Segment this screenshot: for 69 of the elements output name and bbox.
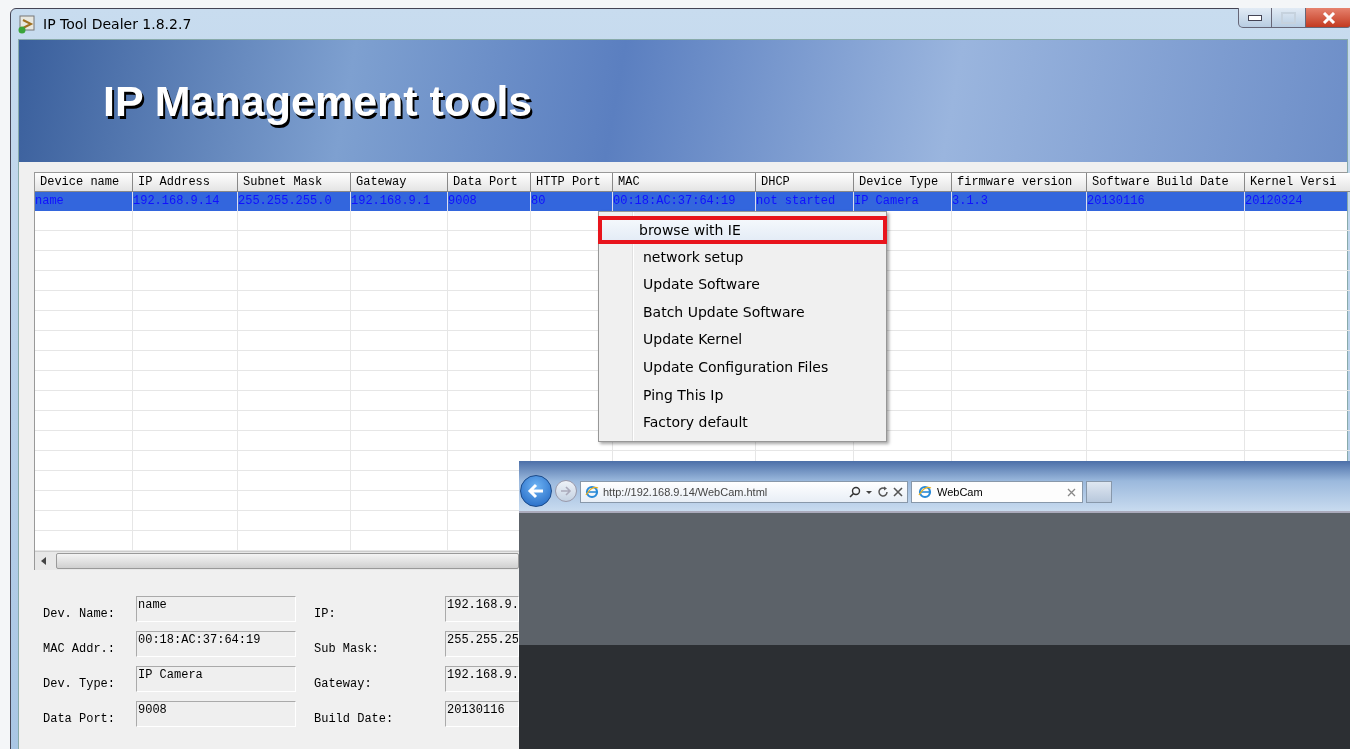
input-field[interactable]: name xyxy=(136,596,296,622)
field-label: Data Port: xyxy=(43,712,116,727)
table-cell: 20130116 xyxy=(1087,192,1245,211)
maximize-button[interactable] xyxy=(1272,8,1306,28)
table-cell: 20120324 xyxy=(1245,192,1350,211)
input-field[interactable]: 192.168.9. xyxy=(445,596,519,622)
scroll-thumb[interactable] xyxy=(56,553,519,569)
field-label: Sub Mask: xyxy=(314,642,380,657)
input-field[interactable]: 00:18:AC:37:64:19 xyxy=(136,631,296,657)
input-field[interactable]: IP Camera xyxy=(136,666,296,692)
url-text: http://192.168.9.14/WebCam.html xyxy=(603,486,769,498)
refresh-icon[interactable] xyxy=(877,486,889,498)
table-cell: 192.168.9.14 xyxy=(133,192,238,211)
field-label: Gateway: xyxy=(314,677,373,692)
column-header[interactable]: Data Port xyxy=(448,173,531,192)
table-cell: 9008 xyxy=(448,192,531,211)
tab-title: WebCam xyxy=(937,486,984,498)
input-field[interactable]: 192.168.9. xyxy=(445,666,519,692)
field-label: Dev. Type: xyxy=(43,677,116,692)
column-header[interactable]: DHCP xyxy=(756,173,854,192)
field-label: MAC Addr.: xyxy=(43,642,116,657)
banner-title: IP Management tools xyxy=(103,76,533,126)
input-field[interactable]: 255.255.25 xyxy=(445,631,519,657)
menu-item[interactable]: browse with IE xyxy=(598,216,887,244)
menu-item[interactable]: network setup xyxy=(602,243,883,272)
menu-item[interactable]: Ping This Ip xyxy=(602,381,883,410)
column-header[interactable]: HTTP Port xyxy=(531,173,613,192)
browser-logo-icon xyxy=(585,485,599,499)
stop-icon[interactable] xyxy=(893,487,903,497)
field-label: Build Date: xyxy=(314,712,395,727)
menu-item[interactable]: Update Configuration Files xyxy=(602,353,883,382)
input-field[interactable]: 9008 xyxy=(136,701,296,727)
scroll-left-icon[interactable] xyxy=(41,557,46,565)
address-bar[interactable]: http://192.168.9.14/WebCam.html xyxy=(580,481,908,503)
window-title: IP Tool Dealer 1.8.2.7 xyxy=(43,16,192,32)
column-header[interactable]: IP Address xyxy=(133,173,238,192)
close-tab-icon[interactable] xyxy=(1067,487,1076,497)
close-icon xyxy=(1321,11,1336,24)
menu-item[interactable]: Batch Update Software xyxy=(602,298,883,327)
minimize-button[interactable] xyxy=(1238,8,1272,28)
back-button[interactable] xyxy=(520,475,552,507)
close-button[interactable] xyxy=(1306,8,1350,28)
column-header[interactable]: Device name xyxy=(35,173,133,192)
table-cell: 3.1.3 xyxy=(952,192,1087,211)
column-header[interactable]: Kernel Versi xyxy=(1245,173,1350,192)
browser-tab[interactable]: WebCam xyxy=(911,481,1083,503)
column-header[interactable]: Device Type xyxy=(854,173,952,192)
menu-item[interactable]: Update Kernel xyxy=(602,326,883,354)
menu-item[interactable]: Factory default xyxy=(602,409,883,437)
back-arrow-icon xyxy=(527,483,545,499)
horizontal-scrollbar[interactable] xyxy=(35,551,519,570)
column-header[interactable]: firmware version xyxy=(952,173,1087,192)
menu-item[interactable]: Update Software xyxy=(602,271,883,299)
column-header[interactable]: Software Build Date xyxy=(1087,173,1245,192)
field-label: Dev. Name: xyxy=(43,607,116,622)
table-cell: name xyxy=(35,192,133,211)
search-icon[interactable] xyxy=(849,486,861,498)
column-header[interactable]: Gateway xyxy=(351,173,448,192)
table-cell: 255.255.255.0 xyxy=(238,192,351,211)
maximize-icon xyxy=(1281,11,1296,24)
browser-logo-icon xyxy=(918,485,932,499)
column-header[interactable]: Subnet Mask xyxy=(238,173,351,192)
table-cell: 192.168.9.1 xyxy=(351,192,448,211)
minimize-icon xyxy=(1248,14,1262,21)
field-label: IP: xyxy=(314,607,337,622)
app-icon xyxy=(17,14,37,34)
column-header[interactable]: MAC xyxy=(613,173,756,192)
input-field[interactable]: 20130116 xyxy=(445,701,519,727)
forward-arrow-icon xyxy=(560,486,572,496)
